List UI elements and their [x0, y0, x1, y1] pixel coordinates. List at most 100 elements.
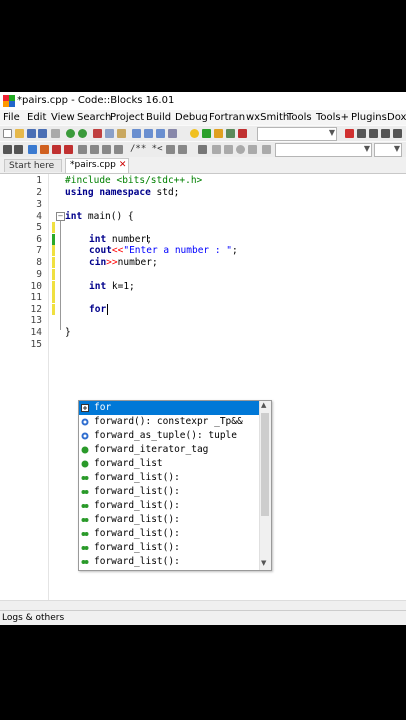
- autocomplete-item[interactable]: forward_iterator_tag: [79, 443, 259, 457]
- main-toolbar: ▼: [0, 125, 406, 142]
- menu-tools[interactable]: Tools: [287, 112, 312, 123]
- autocomplete-item[interactable]: forward(): constexpr _Tp&&: [79, 415, 259, 429]
- bookmark-next-icon[interactable]: [64, 145, 73, 154]
- autocomplete-item[interactable]: forward_list():: [79, 541, 259, 555]
- tool-icon-5[interactable]: [262, 145, 271, 154]
- step-out-icon[interactable]: [393, 129, 402, 138]
- menu-project[interactable]: Project: [110, 112, 144, 123]
- menu-search[interactable]: Search: [77, 112, 111, 123]
- secondary-toolbar: /** *< ▼ ▼: [0, 141, 406, 158]
- redo-icon[interactable]: [78, 129, 87, 138]
- highlight-icon[interactable]: [40, 145, 49, 154]
- doxywizard-icon[interactable]: [166, 145, 175, 154]
- line-number: 11: [30, 292, 42, 303]
- line-number: 14: [30, 327, 42, 338]
- menu-plugins[interactable]: Plugins: [351, 112, 387, 123]
- zoom-icon[interactable]: [168, 129, 177, 138]
- menu-build[interactable]: Build: [146, 112, 171, 123]
- copy-icon[interactable]: [105, 129, 114, 138]
- tool-icon-3[interactable]: [236, 145, 245, 154]
- tool-icon-4[interactable]: [248, 145, 257, 154]
- run-to-cursor-icon[interactable]: [357, 129, 366, 138]
- replace-icon[interactable]: [144, 129, 153, 138]
- autocomplete-item[interactable]: forward_list():: [79, 527, 259, 541]
- menu-debug[interactable]: Debug: [175, 112, 208, 123]
- menu-doxy[interactable]: Doxy: [387, 112, 406, 123]
- tab-start-here[interactable]: Start here: [4, 159, 62, 172]
- find-in-files-icon[interactable]: [156, 129, 165, 138]
- fold-collapse-icon[interactable]: −: [56, 212, 65, 221]
- save-icon[interactable]: [27, 129, 36, 138]
- menu-wxsmith[interactable]: wxSmith: [246, 112, 289, 123]
- scroll-down-icon[interactable]: ▼: [261, 559, 266, 567]
- tab-label: *pairs.cpp: [70, 160, 116, 170]
- scroll-up-icon[interactable]: ▲: [261, 401, 266, 409]
- menu-tools-plus[interactable]: Tools+: [316, 112, 349, 123]
- abort-icon[interactable]: [238, 129, 247, 138]
- changed-line-marker: [52, 292, 55, 303]
- menu-file[interactable]: File: [3, 112, 20, 123]
- tab-pairs-cpp[interactable]: *pairs.cpp ✕: [65, 158, 129, 173]
- save-all-icon[interactable]: [38, 129, 47, 138]
- clear-bookmarks-icon[interactable]: [90, 145, 99, 154]
- changed-line-marker: [52, 304, 55, 315]
- build-target-select[interactable]: ▼: [257, 127, 337, 141]
- menu-fortran[interactable]: Fortran: [209, 112, 245, 123]
- back-icon[interactable]: [3, 145, 12, 154]
- autocomplete-item[interactable]: forward_list():: [79, 485, 259, 499]
- cut-icon[interactable]: [93, 129, 102, 138]
- changed-line-marker: [52, 269, 55, 280]
- close-file-icon[interactable]: [51, 129, 60, 138]
- code-editor[interactable]: 1 2 3 4 5 6 7 8 9 10 11 12 13 14 15 − #i…: [0, 174, 406, 600]
- autocomplete-item[interactable]: forward_list: [79, 457, 259, 471]
- doxyblocks-icon[interactable]: [178, 145, 187, 154]
- line-number: 9: [36, 269, 42, 280]
- match-brace-icon[interactable]: [102, 145, 111, 154]
- menu-edit[interactable]: Edit: [27, 112, 46, 123]
- keyword: int: [89, 234, 107, 245]
- logs-and-others-tab[interactable]: Logs & others: [2, 613, 64, 623]
- autocomplete-item[interactable]: forward_list():: [79, 499, 259, 513]
- step-into-icon[interactable]: [381, 129, 390, 138]
- undo-icon[interactable]: [66, 129, 75, 138]
- debug-icon[interactable]: [345, 129, 354, 138]
- chevron-down-icon: ▼: [328, 128, 335, 137]
- jump-icon[interactable]: [28, 145, 37, 154]
- autocomplete-item[interactable]: forward_list():: [79, 471, 259, 485]
- window-title: *pairs.cpp - Code::Blocks 16.01: [17, 95, 175, 106]
- bookmark-prev-icon[interactable]: [52, 145, 61, 154]
- forward-icon[interactable]: [14, 145, 23, 154]
- rebuild-icon[interactable]: [226, 129, 235, 138]
- code-completion-scope-select[interactable]: ▼: [275, 143, 372, 157]
- code-completion-function-select[interactable]: ▼: [374, 143, 402, 157]
- next-line-icon[interactable]: [369, 129, 378, 138]
- toggle-bookmark-icon[interactable]: [78, 145, 87, 154]
- caret: [107, 304, 108, 315]
- doxygen-comment-button[interactable]: /** *<: [130, 144, 163, 154]
- run-icon[interactable]: [202, 129, 211, 138]
- codeblocks-app-icon: [3, 95, 15, 107]
- find-icon[interactable]: [132, 129, 141, 138]
- code-text: number;: [117, 257, 158, 268]
- tool-icon-2[interactable]: [224, 145, 233, 154]
- scrollbar-thumb[interactable]: [261, 413, 269, 516]
- paste-icon[interactable]: [117, 129, 126, 138]
- tool-icon-1[interactable]: [212, 145, 221, 154]
- fold-icon[interactable]: [114, 145, 123, 154]
- autocomplete-item-text: forward_list():: [94, 472, 180, 483]
- autocomplete-scrollbar[interactable]: ▲ ▼: [259, 401, 271, 570]
- autocomplete-item[interactable]: forward_list():: [79, 555, 259, 569]
- line-number: 2: [36, 187, 42, 198]
- autocomplete-item[interactable]: forward_list():: [79, 513, 259, 527]
- autocomplete-popup[interactable]: for forward(): constexpr _Tp&& forward_a…: [78, 400, 272, 571]
- settings-tool-icon[interactable]: [198, 145, 207, 154]
- menu-view[interactable]: View: [51, 112, 75, 123]
- close-icon[interactable]: ✕: [119, 160, 127, 170]
- open-file-icon[interactable]: [15, 129, 24, 138]
- build-icon[interactable]: [190, 129, 199, 138]
- autocomplete-item[interactable]: for: [79, 401, 259, 415]
- autocomplete-item[interactable]: forward_as_tuple(): tuple: [79, 429, 259, 443]
- build-and-run-icon[interactable]: [214, 129, 223, 138]
- new-file-icon[interactable]: [3, 129, 12, 138]
- chevron-down-icon: ▼: [393, 144, 400, 153]
